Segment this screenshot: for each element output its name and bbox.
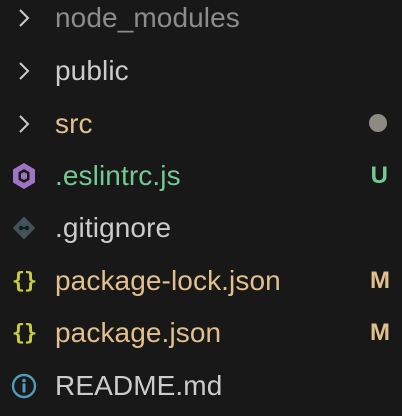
git-status-badge: M <box>370 267 390 294</box>
tree-item-package-json[interactable]: {} package.json M <box>0 307 402 359</box>
tree-item-label: public <box>55 55 129 86</box>
chevron-right-icon[interactable] <box>6 45 42 97</box>
tree-item-label: node_modules <box>55 2 240 33</box>
git-status-badge: U <box>370 162 388 189</box>
json-braces-icon: {} <box>11 320 38 346</box>
tree-item-label: README.md <box>55 370 223 401</box>
tree-item-label: package.json <box>55 317 222 348</box>
chevron-right-icon[interactable] <box>6 98 42 150</box>
tree-item-label: .eslintrc.js <box>55 160 181 191</box>
tree-item-label: package-lock.json <box>55 265 281 296</box>
file-explorer-tree: node_modules public src .eslintrc.js U .… <box>0 0 402 416</box>
eslint-icon <box>6 150 42 202</box>
modified-dot-icon <box>369 114 387 132</box>
chevron-right-icon[interactable] <box>6 0 42 44</box>
tree-item-public[interactable]: public <box>0 45 402 97</box>
json-braces-icon: {} <box>11 268 38 294</box>
tree-item-node-modules[interactable]: node_modules <box>0 0 402 44</box>
tree-item-src[interactable]: src <box>0 98 402 150</box>
tree-item-eslintrc[interactable]: .eslintrc.js U <box>0 150 402 202</box>
tree-item-package-lock-json[interactable]: {} package-lock.json M <box>0 255 402 307</box>
git-icon <box>6 202 42 254</box>
tree-item-label: src <box>55 108 93 139</box>
tree-item-gitignore[interactable]: .gitignore <box>0 202 402 254</box>
tree-item-label: .gitignore <box>55 212 172 243</box>
info-icon <box>6 360 42 412</box>
tree-item-readme[interactable]: README.md <box>0 360 402 412</box>
git-status-badge: M <box>370 319 390 346</box>
